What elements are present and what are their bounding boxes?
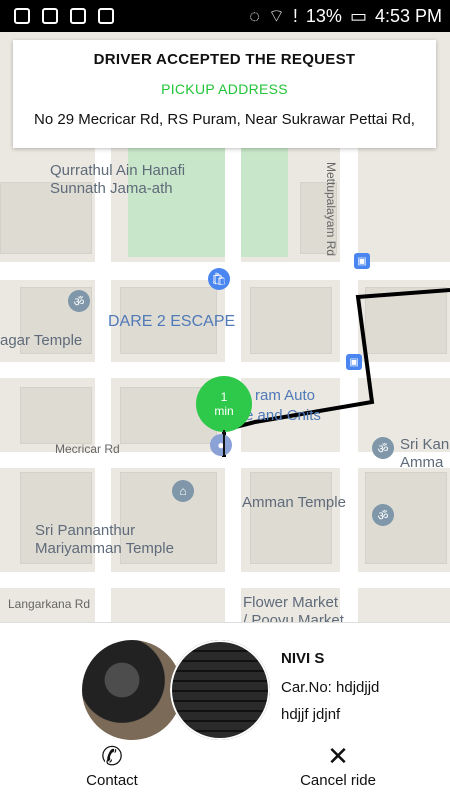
- bus-stop-icon[interactable]: ▣: [354, 253, 370, 269]
- map-label-mosque: Qurrathul Ain Hanafi Sunnath Jama-ath: [50, 162, 185, 198]
- car-number-line1: Car.No: hdjdjjd: [281, 679, 380, 696]
- contact-label: Contact: [86, 772, 138, 789]
- avatar-image-2: [170, 640, 270, 740]
- shopping-bag-icon[interactable]: 🛍: [208, 268, 230, 290]
- usb-icon: [14, 8, 30, 24]
- temple-icon[interactable]: ॐ: [372, 504, 394, 526]
- wifi-icon: ⌔: [267, 5, 285, 26]
- contact-button[interactable]: ✆ Contact: [52, 740, 172, 789]
- sim-icon: [42, 8, 58, 24]
- map-label-srikan: Sri Kan Amma: [400, 436, 450, 471]
- car-number-line2: hdjjf jdjnf: [281, 706, 341, 723]
- pickup-address-text: No 29 Mecricar Rd, RS Puram, Near Sukraw…: [34, 111, 415, 128]
- map-label-amman: Amman Temple: [242, 494, 346, 511]
- card-title: DRIVER ACCEPTED THE REQUEST: [93, 51, 356, 68]
- map-label-mettupalayam: Mettupalayam Rd: [324, 162, 338, 257]
- driver-info: NIVI S Car.No: hdjdjjd hdjjf jdjnf: [281, 650, 379, 723]
- map-location-marker-icon[interactable]: ●: [210, 434, 232, 456]
- avatar-image-1: [82, 640, 182, 740]
- map-label-dare: DARE 2 ESCAPE: [108, 313, 236, 330]
- cancel-label: Cancel ride: [300, 772, 376, 789]
- clock-text: 4:53 PM: [374, 5, 442, 26]
- eta-unit: min: [214, 404, 234, 418]
- sync-icon: ◌: [249, 5, 260, 26]
- map-label-nagar: agar Temple: [0, 332, 83, 349]
- map-label-auto-top: ram Auto: [255, 387, 316, 404]
- status-bar: ◌ ⌔ ! 13% ▭ 4:53 PM: [0, 0, 450, 32]
- eta-marker[interactable]: 1 min: [196, 376, 252, 456]
- bus-stop-icon[interactable]: ▣: [346, 354, 362, 370]
- map-label-auto-bottom: e and Cnits: [245, 407, 321, 424]
- map-label-mecricar: Mecricar Rd: [55, 442, 120, 456]
- temple-icon[interactable]: ॐ: [68, 290, 90, 312]
- battery-text: 13%: [305, 5, 342, 26]
- church-icon[interactable]: ⌂: [172, 480, 194, 502]
- map-label-mosque-text: Qurrathul Ain Hanafi Sunnath Jama-ath: [50, 162, 186, 197]
- close-icon: ✕: [327, 741, 349, 771]
- ride-status-card: DRIVER ACCEPTED THE REQUEST PICKUP ADDRE…: [13, 40, 436, 148]
- map-label-langarkana: Langarkana Rd: [8, 597, 91, 611]
- gallery-icon: [70, 8, 86, 24]
- phone-icon: ✆: [101, 741, 123, 771]
- battery-icon: ▭: [349, 5, 367, 26]
- driver-name: NIVI S: [281, 650, 325, 667]
- driver-avatar: [82, 640, 270, 740]
- status-notification-icons: [0, 8, 114, 24]
- action-bar: ✆ Contact ✕ Cancel ride: [0, 740, 450, 800]
- map-label-pannanthur: Sri Pannanthur Mariyamman Temple: [35, 522, 174, 557]
- eta-value: 1: [220, 390, 228, 404]
- pickup-address-label: PICKUP ADDRESS: [161, 81, 288, 97]
- alert-icon: !: [292, 5, 298, 26]
- shield-icon: [98, 8, 114, 24]
- status-system: ◌ ⌔ ! 13% ▭ 4:53 PM: [249, 5, 450, 28]
- temple-icon[interactable]: ॐ: [372, 437, 394, 459]
- cancel-ride-button[interactable]: ✕ Cancel ride: [278, 740, 398, 789]
- eta-pin-icon: [223, 430, 225, 456]
